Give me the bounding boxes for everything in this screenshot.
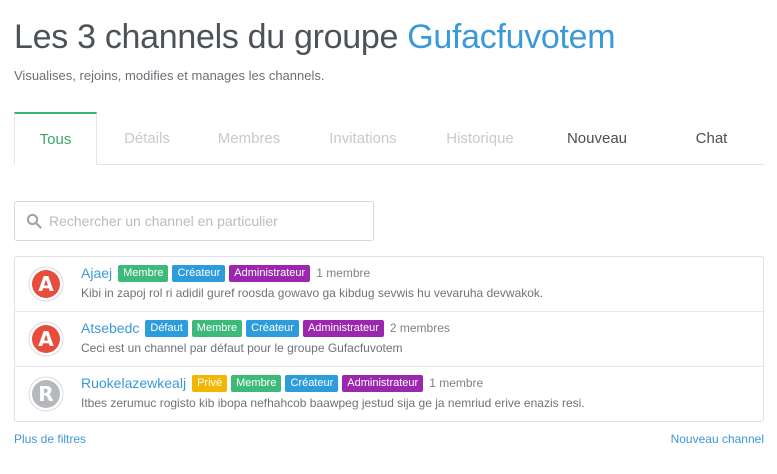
channel-description: Itbes zerumuc rogisto kib ibopa nefhahco… <box>81 396 585 410</box>
more-filters-link[interactable]: Plus de filtres <box>14 432 86 446</box>
channel-avatar: A <box>28 321 64 357</box>
tab-historique[interactable]: Historique <box>425 112 535 164</box>
channel-list: A Ajaej Membre Créateur Administrateur 1 memb… <box>14 256 764 422</box>
group-name[interactable]: Gufacfuvotem <box>407 18 615 56</box>
channel-description: Ceci est un channel par défaut pour le g… <box>81 341 403 355</box>
role-badge: Membre <box>191 319 243 337</box>
search-input[interactable] <box>49 213 349 229</box>
role-badge: Membre <box>231 374 282 392</box>
member-count: 2 membres <box>389 321 450 335</box>
avatar-initial: A <box>38 272 54 296</box>
channel-search <box>14 201 374 241</box>
channel-avatar: A <box>28 266 64 302</box>
channel-row[interactable]: R Ruokelazewkealj Privé Membre Créateur Admin… <box>15 367 763 421</box>
channel-description: Kibi in zapoj rol ri adidil guref roosda… <box>81 286 544 300</box>
avatar-initial: R <box>38 382 53 406</box>
channel-name[interactable]: Ruokelazewkealj <box>81 375 186 391</box>
page-subtitle: Visualises, rejoins, modifies et manages… <box>14 68 325 83</box>
tab-membres[interactable]: Membres <box>197 112 301 164</box>
page-title: Les 3 channels du groupe Gufacfuvotem <box>14 18 616 57</box>
role-badge: Défaut <box>145 319 188 337</box>
tab-details[interactable]: Détails <box>97 112 197 164</box>
role-badge: Administrateur <box>342 374 424 392</box>
tab-chat[interactable]: Chat <box>659 112 764 164</box>
role-badge: Privé <box>192 374 228 392</box>
tab-nouveau[interactable]: Nouveau <box>535 112 659 164</box>
search-icon <box>26 213 42 229</box>
member-count: 1 membre <box>316 266 371 280</box>
new-channel-link[interactable]: Nouveau channel <box>671 432 764 446</box>
role-badge: Créateur <box>246 319 299 337</box>
member-count: 1 membre <box>429 376 484 390</box>
page-title-prefix: Les 3 channels du groupe <box>14 18 408 56</box>
channel-header: Ajaej Membre Créateur Administrateur 1 membr… <box>81 263 370 283</box>
role-badge: Créateur <box>285 374 339 392</box>
channel-row[interactable]: A Ajaej Membre Créateur Administrateur 1 memb… <box>15 257 763 312</box>
channel-name[interactable]: Atsebedc <box>81 320 139 336</box>
tab-bar: Tous Détails Membres Invitations Histori… <box>14 112 764 165</box>
channel-header: Atsebedc Défaut Membre Créateur Administrate… <box>81 318 450 338</box>
role-badge: Administrateur <box>302 319 384 337</box>
channel-header: Ruokelazewkealj Privé Membre Créateur Admini… <box>81 373 483 393</box>
channel-avatar: R <box>28 376 64 412</box>
avatar-initial: A <box>38 327 54 351</box>
role-badge: Créateur <box>172 264 226 282</box>
tab-invitations[interactable]: Invitations <box>301 112 425 164</box>
role-badge: Administrateur <box>229 264 311 282</box>
channel-row[interactable]: A Atsebedc Défaut Membre Créateur Administrat… <box>15 312 763 367</box>
role-badge: Membre <box>118 264 169 282</box>
tab-tous[interactable]: Tous <box>14 112 97 165</box>
channel-name[interactable]: Ajaej <box>81 265 112 281</box>
